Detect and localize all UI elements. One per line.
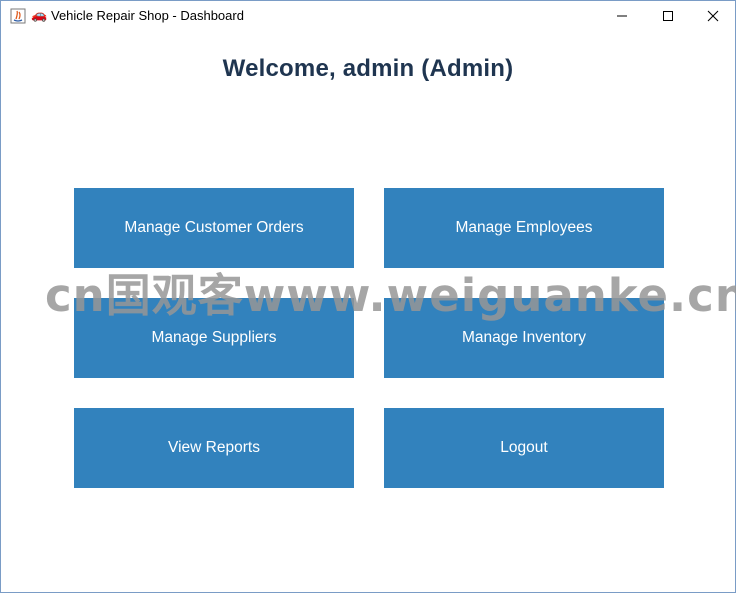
manage-suppliers-button[interactable]: Manage Suppliers	[74, 298, 354, 378]
java-app-icon	[10, 8, 26, 24]
app-window: 🚗 Vehicle Repair Shop - Dashboard Welcom…	[0, 0, 736, 593]
manage-inventory-button[interactable]: Manage Inventory	[384, 298, 664, 378]
window-title: Vehicle Repair Shop - Dashboard	[51, 8, 244, 23]
maximize-button[interactable]	[645, 1, 691, 31]
title-bar: 🚗 Vehicle Repair Shop - Dashboard	[1, 1, 735, 31]
minimize-button[interactable]	[599, 1, 645, 31]
minimize-icon	[617, 15, 627, 17]
car-icon: 🚗	[31, 8, 48, 23]
manage-customer-orders-button[interactable]: Manage Customer Orders	[74, 188, 354, 268]
manage-employees-button[interactable]: Manage Employees	[384, 188, 664, 268]
logout-button[interactable]: Logout	[384, 408, 664, 488]
close-icon	[707, 10, 719, 22]
view-reports-button[interactable]: View Reports	[74, 408, 354, 488]
close-button[interactable]	[690, 1, 736, 31]
maximize-icon	[663, 11, 673, 21]
welcome-heading: Welcome, admin (Admin)	[222, 55, 514, 82]
